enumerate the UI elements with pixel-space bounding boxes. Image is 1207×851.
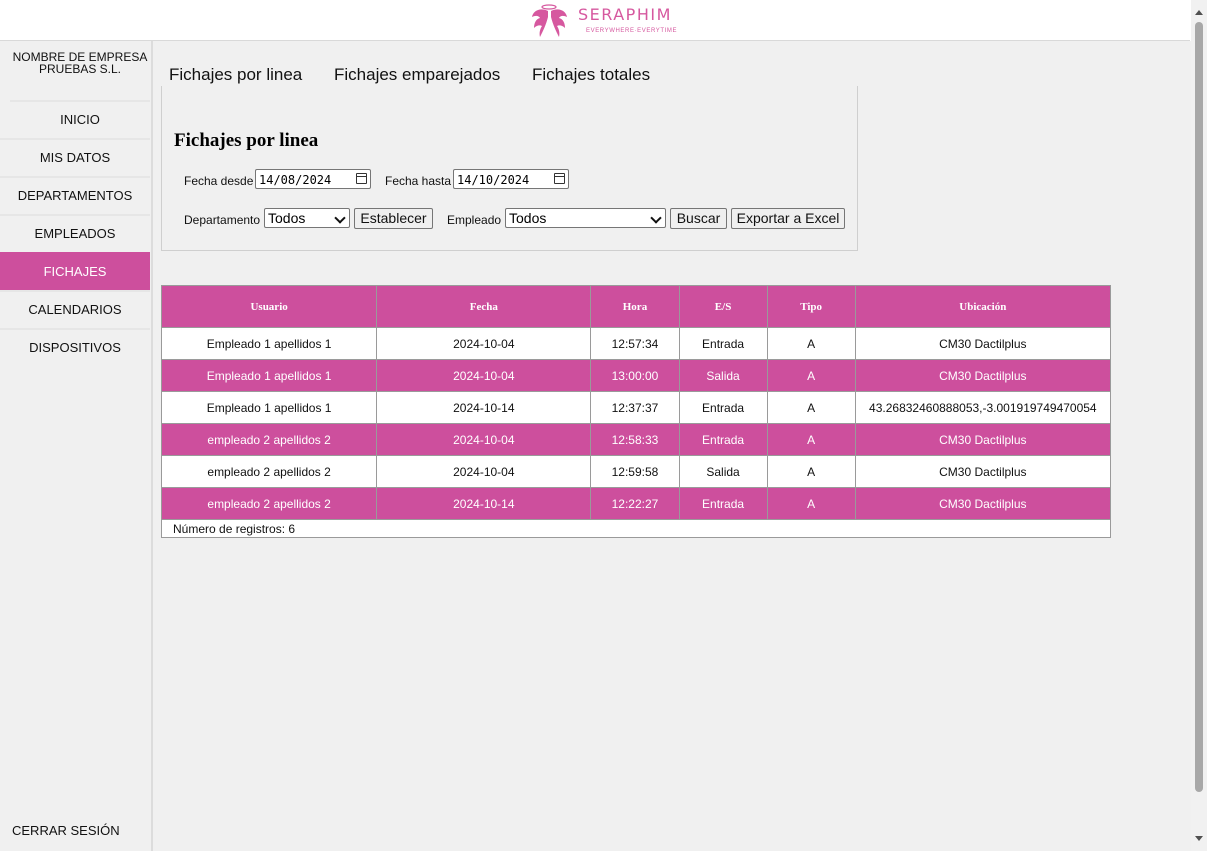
column-header-es[interactable]: E/S [678,285,768,328]
scroll-down-arrow-icon[interactable] [1195,836,1203,841]
company-name: NOMBRE DE EMPRESA PRUEBAS S.L. [12,50,148,76]
tab-fichajes-emparejados[interactable]: Fichajes emparejados [334,65,500,85]
vertical-scrollbar[interactable] [1191,0,1207,851]
table-footer-row: Número de registros: 6 [162,520,1111,538]
table-header-row: Usuario Fecha Hora E/S Tipo Ubicación [160,285,1112,328]
table-row: empleado 2 apellidos 2 2024-10-04 12:58:… [160,423,1112,456]
date-from-value: 14/08/2024 [259,173,332,187]
seraphim-logo[interactable]: SERAPHIM EVERYWHERE·EVERYTIME [530,3,680,39]
filter-panel: Fichajes por linea Fecha desde 14/08/202… [161,86,858,251]
table-row: Empleado 1 apellidos 1 2024-10-04 13:00:… [160,359,1112,392]
calendar-icon[interactable] [356,173,367,184]
cell-hora: 12:22:27 [590,487,680,520]
date-from-input[interactable]: 14/08/2024 [255,169,371,189]
sidebar-item-empleados[interactable]: EMPLEADOS [0,214,150,252]
cell-hora: 12:59:58 [590,455,680,488]
cell-tipo: A [766,487,856,520]
cell-usuario: empleado 2 apellidos 2 [160,423,378,456]
cell-fecha: 2024-10-04 [376,359,592,392]
cell-hora: 13:00:00 [590,359,680,392]
cell-tipo: A [766,327,856,360]
logout-link[interactable]: CERRAR SESIÓN [12,823,120,838]
calendar-icon[interactable] [554,173,565,184]
sidebar-item-inicio[interactable]: INICIO [10,100,150,138]
cell-usuario: Empleado 1 apellidos 1 [160,391,378,424]
column-header-fecha[interactable]: Fecha [376,285,592,328]
department-label: Departamento [184,213,261,227]
cell-ubicacion: CM30 Dactilplus [854,455,1112,488]
employee-select[interactable]: Todos [505,208,666,228]
cell-ubicacion: 43.26832460888053,-3.001919749470054 [854,391,1112,424]
sidebar-item-fichajes[interactable]: FICHAJES [0,252,150,290]
chevron-down-icon [334,212,346,224]
employee-selected: Todos [509,210,547,226]
scroll-up-arrow-icon[interactable] [1195,10,1203,15]
panel-title: Fichajes por linea [174,130,319,151]
cell-hora: 12:57:34 [590,327,680,360]
cell-hora: 12:58:33 [590,423,680,456]
sidebar-nav: INICIO MIS DATOS DEPARTAMENTOS EMPLEADOS… [0,100,151,366]
cell-ubicacion: CM30 Dactilplus [854,423,1112,456]
header-bar: SERAPHIM EVERYWHERE·EVERYTIME [0,0,1190,41]
column-header-ubicacion[interactable]: Ubicación [854,285,1112,328]
wings-icon [532,4,567,37]
cell-usuario: Empleado 1 apellidos 1 [160,359,378,392]
cell-hora: 12:37:37 [590,391,680,424]
sidebar-item-dispositivos[interactable]: DISPOSITIVOS [0,328,150,366]
sidebar-item-calendarios[interactable]: CALENDARIOS [0,290,150,328]
scrollbar-thumb[interactable] [1195,22,1203,792]
date-to-input[interactable]: 14/10/2024 [453,169,569,189]
tab-fichajes-por-linea[interactable]: Fichajes por linea [169,65,302,85]
cell-es: Entrada [678,487,768,520]
cell-tipo: A [766,391,856,424]
brand-tagline: EVERYWHERE·EVERYTIME [586,28,678,34]
department-selected: Todos [268,210,306,226]
buscar-button[interactable]: Buscar [670,208,727,229]
cell-fecha: 2024-10-14 [376,391,592,424]
cell-tipo: A [766,455,856,488]
establecer-button[interactable]: Establecer [354,208,433,229]
cell-es: Entrada [678,391,768,424]
export-excel-button[interactable]: Exportar a Excel [731,208,845,229]
cell-es: Salida [678,455,768,488]
chevron-down-icon [650,212,662,224]
cell-es: Entrada [678,423,768,456]
main-content: Fichajes por linea Fichajes emparejados … [153,41,1191,851]
date-to-label: Fecha hasta [385,174,452,188]
cell-fecha: 2024-10-14 [376,487,592,520]
cell-usuario: Empleado 1 apellidos 1 [160,327,378,360]
column-header-hora[interactable]: Hora [590,285,680,328]
cell-usuario: empleado 2 apellidos 2 [160,487,378,520]
cell-fecha: 2024-10-04 [376,423,592,456]
date-from-label: Fecha desde [184,174,254,188]
table-row: empleado 2 apellidos 2 2024-10-04 12:59:… [160,455,1112,488]
employee-label: Empleado [447,213,502,227]
cell-fecha: 2024-10-04 [376,327,592,360]
cell-es: Entrada [678,327,768,360]
cell-usuario: empleado 2 apellidos 2 [160,455,378,488]
records-table: Usuario Fecha Hora E/S Tipo Ubicación Em… [160,285,1112,538]
table-row: Empleado 1 apellidos 1 2024-10-14 12:37:… [160,391,1112,424]
cell-tipo: A [766,423,856,456]
date-to-value: 14/10/2024 [457,173,530,187]
sidebar-item-departamentos[interactable]: DEPARTAMENTOS [0,176,150,214]
sidebar: NOMBRE DE EMPRESA PRUEBAS S.L. INICIO MI… [0,41,153,851]
cell-ubicacion: CM30 Dactilplus [854,327,1112,360]
sidebar-item-mis-datos[interactable]: MIS DATOS [0,138,150,176]
column-header-tipo[interactable]: Tipo [766,285,856,328]
cell-ubicacion: CM30 Dactilplus [854,487,1112,520]
column-header-usuario[interactable]: Usuario [160,285,378,328]
brand-name: SERAPHIM [578,5,672,24]
cell-tipo: A [766,359,856,392]
cell-ubicacion: CM30 Dactilplus [854,359,1112,392]
cell-fecha: 2024-10-04 [376,455,592,488]
tab-fichajes-totales[interactable]: Fichajes totales [532,65,650,85]
department-select[interactable]: Todos [264,208,350,228]
table-row: empleado 2 apellidos 2 2024-10-14 12:22:… [160,487,1112,520]
cell-es: Salida [678,359,768,392]
record-count: Número de registros: 6 [173,521,296,536]
table-row: Empleado 1 apellidos 1 2024-10-04 12:57:… [160,327,1112,360]
